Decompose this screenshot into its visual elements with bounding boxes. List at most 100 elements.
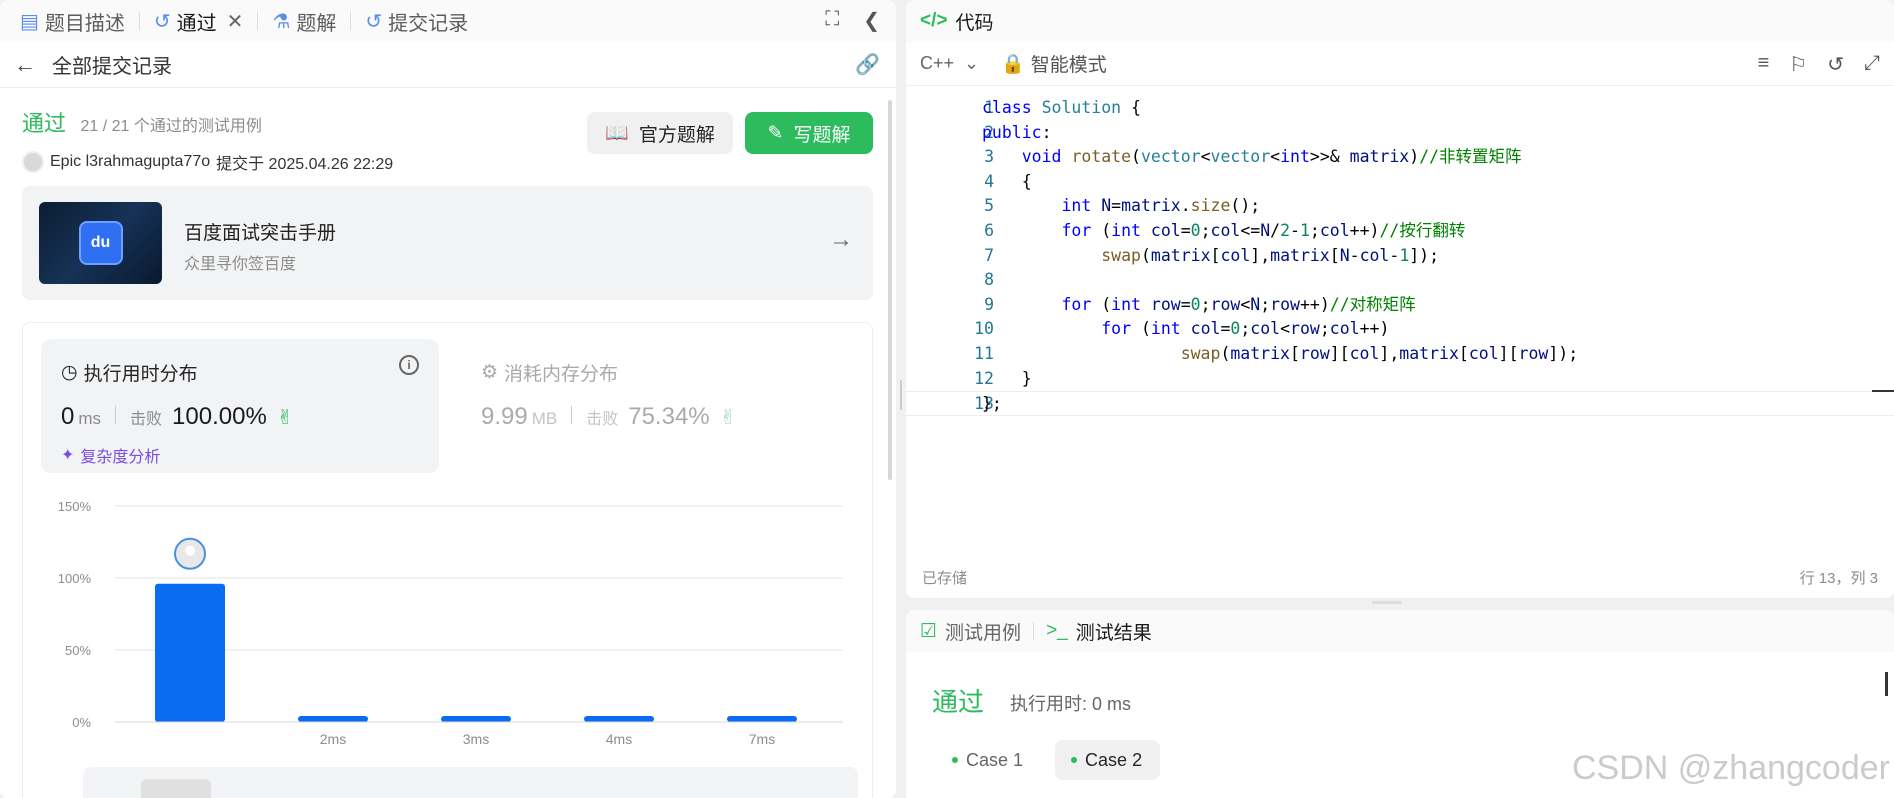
chart-bar[interactable]: [155, 583, 225, 722]
link-icon[interactable]: 🔗: [855, 52, 880, 77]
tabbar-actions: ⛶ ❮: [825, 8, 880, 33]
collapse-left-icon[interactable]: ❮: [863, 8, 880, 33]
runtime-distribution-chart: 0% 50% 100% 150% 2ms 3ms 4ms 7ms: [23, 488, 874, 748]
editor-status-bar: 已存储 行 13，列 3: [906, 556, 1894, 598]
x-tick-label: 7ms: [749, 731, 775, 747]
avatar-head-icon: [185, 545, 195, 556]
runtime-stats[interactable]: ◷ 执行用时分布 i 0 ms 击败 100.00% ✌ ✦ 复杂度分析: [41, 339, 439, 473]
code-text: swap(matrix[row][col],matrix[col][row]);: [1180, 343, 1579, 363]
author-name[interactable]: Epic l3rahmagupta77o: [50, 153, 210, 171]
tab-test-result[interactable]: >_ 测试结果: [1046, 618, 1152, 645]
checkbox-icon: ☑: [920, 620, 938, 642]
smart-mode[interactable]: 🔒 智能模式: [1001, 50, 1107, 77]
horizontal-resize-handle[interactable]: [1372, 601, 1402, 604]
case-tab[interactable]: Case 2: [1055, 740, 1161, 780]
code-line[interactable]: 5 int N=matrix.size();: [906, 194, 1894, 219]
back-arrow-icon[interactable]: ←: [14, 52, 36, 78]
line-number: 4: [984, 171, 994, 191]
code-line[interactable]: 1 class Solution {: [906, 96, 1894, 121]
history-icon: ↺: [153, 10, 171, 33]
close-icon[interactable]: ✕: [227, 9, 244, 34]
vertical-resize-handle[interactable]: [900, 380, 902, 410]
back-title[interactable]: 全部提交记录: [52, 50, 172, 79]
tab-testcase[interactable]: ☑ 测试用例: [920, 618, 1021, 645]
y-tick-label: 150%: [58, 499, 92, 514]
history-icon: ↺: [365, 10, 383, 33]
beat-label: 击败: [586, 411, 619, 428]
code-text: void rotate(vector<vector<int>>& matrix)…: [1021, 147, 1522, 167]
y-tick-label: 0%: [72, 715, 91, 730]
tab-solutions[interactable]: ⚗ 题解: [264, 7, 344, 36]
memory-value: 9.99: [481, 403, 528, 430]
y-tick-label: 50%: [65, 643, 91, 658]
result-header: 通过 21 / 21 个通过的测试用例 Epic l3rahmagupta77o…: [22, 106, 393, 174]
tab-separator: [138, 12, 140, 30]
expand-icon[interactable]: ⤢: [1864, 52, 1880, 77]
memory-title-row: ⚙ 消耗内存分布: [481, 362, 619, 385]
divider: [115, 406, 117, 424]
clap-icon: ✌: [276, 407, 294, 429]
case-tab[interactable]: Case 1: [936, 740, 1041, 780]
code-text: {: [982, 171, 1032, 191]
scroll-position-marker: [1872, 390, 1894, 392]
code-panel: </> 代码 C++ ⌄ 🔒 智能模式 ≡ ⚐ ↺ ⤢ 1 class Solut…: [906, 0, 1894, 598]
chart-svg: 0% 50% 100% 150% 2ms 3ms 4ms 7ms: [58, 499, 843, 747]
info-icon[interactable]: i: [399, 355, 419, 375]
scrollbar[interactable]: [1885, 672, 1888, 696]
x-tick-label: 3ms: [463, 731, 489, 747]
code-line[interactable]: 9 for (int row=0;row<N;row++)//对称矩阵: [906, 293, 1894, 318]
code-line[interactable]: 12 }: [906, 367, 1894, 392]
line-number: 7: [984, 245, 994, 265]
test-status: 通过: [932, 687, 985, 717]
reset-icon[interactable]: ↺: [1827, 52, 1844, 77]
memory-stats[interactable]: ⚙ 消耗内存分布 9.99 MB 击败 75.34% ✌: [481, 339, 861, 473]
code-line[interactable]: 13};: [906, 391, 1894, 416]
code-text: public:: [982, 122, 1052, 142]
clap-icon: ✌: [719, 407, 737, 429]
code-line[interactable]: 4 {: [906, 170, 1894, 195]
case-tabs: Case 1 Case 2: [936, 740, 1161, 780]
code-line[interactable]: 8: [906, 268, 1894, 293]
book-icon: 📖: [605, 123, 629, 144]
complexity-analysis-link[interactable]: ✦ 复杂度分析: [61, 443, 160, 467]
pass-dot-icon: [1071, 757, 1078, 763]
code-line[interactable]: 3 void rotate(vector<vector<int>>& matri…: [906, 145, 1894, 170]
tab-submissions[interactable]: ↺ 提交记录: [357, 7, 476, 36]
format-icon[interactable]: ≡: [1758, 52, 1770, 77]
back-bar: ← 全部提交记录 🔗: [0, 42, 896, 88]
code-line[interactable]: 6 for (int col=0;col<=N/2-1;col++)//按行翻转: [906, 219, 1894, 244]
chart-footer: [83, 767, 858, 798]
memory-unit: MB: [531, 409, 558, 428]
code-line[interactable]: 11 swap(matrix[row][col],matrix[col][row…: [906, 342, 1894, 367]
runtime-metric: 0 ms 击败 100.00% ✌: [61, 403, 294, 431]
chart-footer-pill[interactable]: [141, 779, 211, 798]
chart-bar[interactable]: [441, 716, 511, 722]
language-select[interactable]: C++ ⌄: [920, 53, 979, 74]
runtime-title-row: ◷ 执行用时分布: [61, 362, 198, 385]
arrow-right-icon: →: [829, 226, 853, 253]
runtime-value: 0: [61, 403, 75, 430]
line-number: 13: [974, 394, 994, 414]
line-number: 3: [984, 147, 994, 167]
scrollbar[interactable]: [888, 100, 892, 480]
chart-bar[interactable]: [584, 716, 654, 722]
runtime-beat-value: 100.00%: [172, 403, 267, 430]
code-line[interactable]: 7 swap(matrix[col],matrix[N-col-1]);: [906, 244, 1894, 269]
document-icon: ▤: [20, 10, 39, 33]
chart-bar[interactable]: [727, 716, 797, 722]
tab-accepted[interactable]: ↺ 通过 ✕: [146, 7, 252, 36]
cursor-position: 行 13，列 3: [1799, 569, 1878, 587]
avatar[interactable]: [22, 151, 44, 173]
line-number: 10: [974, 319, 994, 339]
code-line[interactable]: 2 public:: [906, 121, 1894, 146]
code-line[interactable]: 10 for (int col=0;col<row;col++): [906, 317, 1894, 342]
write-solution-button[interactable]: ✎ 写题解: [745, 112, 873, 154]
bookmark-icon[interactable]: ⚐: [1789, 52, 1807, 77]
fullscreen-icon[interactable]: ⛶: [825, 8, 839, 33]
code-editor[interactable]: 1 class Solution {2 public: 3 void rotate(v…: [906, 96, 1894, 536]
chart-bar[interactable]: [298, 716, 368, 722]
promo-card[interactable]: du 百度面试突击手册 众里寻你签百度 →: [22, 186, 873, 300]
official-solution-button[interactable]: 📖 官方题解: [587, 112, 733, 154]
code-text: }: [982, 368, 1032, 388]
tab-description[interactable]: ▤ 题目描述: [12, 7, 133, 36]
